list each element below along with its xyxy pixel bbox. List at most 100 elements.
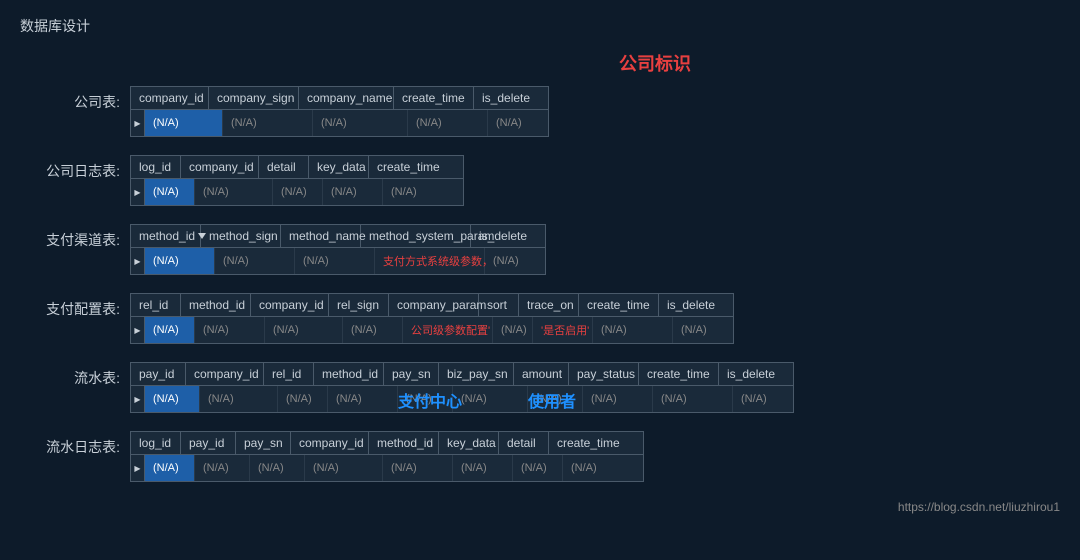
row-indicator6	[131, 455, 145, 481]
cell-method-name: (N/A)	[295, 248, 375, 274]
cell-method-id: (N/A)	[145, 248, 215, 274]
col-detail: detail	[259, 156, 309, 178]
cell-log-id2: (N/A)	[145, 455, 195, 481]
cell-trace-on: '是否启用'	[533, 317, 593, 343]
row-indicator3	[131, 248, 145, 274]
col-method-id4: method_id	[369, 432, 439, 454]
cell-company-sign: (N/A)	[223, 110, 313, 136]
row-indicator	[131, 110, 145, 136]
cell-create-time: (N/A)	[408, 110, 488, 136]
cell-method-id3: (N/A)	[328, 386, 398, 412]
company-table-header: company_id company_sign company_name cre…	[131, 87, 548, 110]
col-company-name: company_name	[299, 87, 394, 109]
col-log-id2: log_id	[131, 432, 181, 454]
cell-key-data2: (N/A)	[453, 455, 513, 481]
company-table: company_id company_sign company_name cre…	[130, 86, 549, 137]
col-method-name: method_name	[281, 225, 361, 247]
col-is-delete4: is_delete	[719, 363, 779, 385]
cell-pay-sn: (N/A) 支付中心	[398, 386, 453, 412]
cell-pay-status: (N/A)	[583, 386, 653, 412]
col-rel-id: rel_id	[131, 294, 181, 316]
col-company-sign: company_sign	[209, 87, 299, 109]
cell-method-id4: (N/A)	[383, 455, 453, 481]
footer-url: https://blog.csdn.net/liuzhirou1	[20, 500, 1060, 514]
cell-create-time2: (N/A)	[383, 179, 463, 205]
flow-table-label: 流水表:	[20, 362, 130, 388]
col-trace-on: trace_on	[519, 294, 579, 316]
row-indicator2	[131, 179, 145, 205]
col-method-id: method_id	[131, 225, 201, 247]
col-rel-sign: rel_sign	[329, 294, 389, 316]
cell-detail: (N/A)	[273, 179, 323, 205]
col-method-sign: method_sign	[201, 225, 281, 247]
col-create-time2: create_time	[369, 156, 449, 178]
company-sign-label: 公司标识	[250, 50, 1060, 76]
cell-pay-sn2: (N/A)	[250, 455, 305, 481]
cell-create-time5: (N/A)	[563, 455, 643, 481]
col-create-time3: create_time	[579, 294, 659, 316]
col-company-id2: company_id	[181, 156, 259, 178]
col-company-id3: company_id	[251, 294, 329, 316]
cell-rel-id: (N/A)	[145, 317, 195, 343]
company-log-table-header: log_id company_id detail key_data create…	[131, 156, 463, 179]
pay-center-label: 支付中心	[398, 388, 462, 412]
col-key-data2: key_data	[439, 432, 499, 454]
col-is-delete3: is_delete	[659, 294, 719, 316]
cell-company-id2: (N/A)	[195, 179, 273, 205]
payment-channel-header: method_id method_sign method_name method…	[131, 225, 545, 248]
cell-company-id5: (N/A)	[305, 455, 383, 481]
col-create-time: create_time	[394, 87, 474, 109]
col-company-param: company_param	[389, 294, 479, 316]
col-company-id4: company_id	[186, 363, 264, 385]
cell-rel-id2: (N/A)	[278, 386, 328, 412]
row-indicator5	[131, 386, 145, 412]
col-key-data: key_data	[309, 156, 369, 178]
cell-pay-id: (N/A)	[145, 386, 200, 412]
col-sort: sort	[479, 294, 519, 316]
col-company-id5: company_id	[291, 432, 369, 454]
cell-company-id4: (N/A)	[200, 386, 278, 412]
payment-channel-table: method_id method_sign method_name method…	[130, 224, 546, 275]
col-log-id: log_id	[131, 156, 181, 178]
cell-create-time3: (N/A)	[593, 317, 673, 343]
company-table-body: (N/A) (N/A) (N/A) (N/A) (N/A)	[131, 110, 548, 136]
flow-table-body: (N/A) (N/A) (N/A) (N/A) (N/A) 支付中心 (N/A)…	[131, 386, 793, 412]
row-indicator4	[131, 317, 145, 343]
cell-is-delete2: (N/A)	[485, 248, 545, 274]
col-method-id2: method_id	[181, 294, 251, 316]
col-method-id3: method_id	[314, 363, 384, 385]
cell-rel-sign: (N/A)	[343, 317, 403, 343]
col-create-time5: create_time	[549, 432, 629, 454]
payment-config-header: rel_id method_id company_id rel_sign com…	[131, 294, 733, 317]
cell-detail2: (N/A)	[513, 455, 563, 481]
cell-key-data: (N/A)	[323, 179, 383, 205]
page-title: 数据库设计	[20, 16, 1060, 36]
col-rel-id2: rel_id	[264, 363, 314, 385]
payment-channel-table-row: 支付渠道表: method_id method_sign method_name…	[20, 224, 1060, 275]
cell-method-sign: (N/A)	[215, 248, 295, 274]
cell-log-id: (N/A)	[145, 179, 195, 205]
col-detail2: detail	[499, 432, 549, 454]
col-amount: amount	[514, 363, 569, 385]
col-is-delete2: is_delete	[471, 225, 531, 247]
col-company-id: company_id	[131, 87, 209, 109]
cell-is-delete4: (N/A)	[733, 386, 793, 412]
cell-create-time4: (N/A)	[653, 386, 733, 412]
company-log-table-label: 公司日志表:	[20, 155, 130, 181]
col-pay-status: pay_status	[569, 363, 639, 385]
cell-company-param: 公司级参数配置'	[403, 317, 493, 343]
cell-company-id3: (N/A)	[265, 317, 343, 343]
col-method-system-param: method_system_param	[361, 225, 471, 247]
user-label: 使用者	[528, 388, 576, 412]
cell-sort: (N/A)	[493, 317, 533, 343]
col-pay-sn: pay_sn	[384, 363, 439, 385]
flow-log-table: log_id pay_id pay_sn company_id method_i…	[130, 431, 644, 482]
company-log-table-row: 公司日志表: log_id company_id detail key_data…	[20, 155, 1060, 206]
flow-table-row: 流水表: pay_id company_id rel_id method_id …	[20, 362, 1060, 413]
cell-is-delete3: (N/A)	[673, 317, 733, 343]
cell-company-name: (N/A)	[313, 110, 408, 136]
flow-log-table-body: (N/A) (N/A) (N/A) (N/A) (N/A) (N/A) (N/A…	[131, 455, 643, 481]
col-create-time4: create_time	[639, 363, 719, 385]
cell-is-delete: (N/A)	[488, 110, 548, 136]
col-pay-id2: pay_id	[181, 432, 236, 454]
